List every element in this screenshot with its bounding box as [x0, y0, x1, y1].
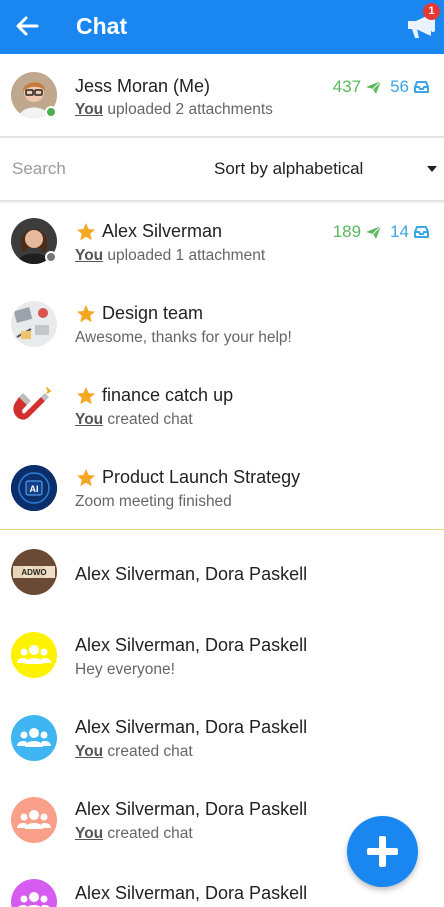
group-icon — [17, 645, 51, 664]
avatar — [11, 715, 57, 761]
chevron-down-icon[interactable] — [427, 166, 437, 172]
my-profile-row[interactable]: Jess Moran (Me) You uploaded 2 attachmen… — [0, 54, 444, 136]
chat-activity: You created chat — [75, 825, 193, 842]
page-title: Chat — [76, 13, 128, 39]
star-icon — [77, 305, 95, 323]
chat-row-product-launch-strategy[interactable]: AI Product Launch Strategy Zoom meeting … — [0, 447, 444, 529]
chat-name: Design team — [102, 303, 204, 323]
app-bar: Chat 1 — [0, 0, 444, 54]
group-icon — [17, 810, 51, 829]
chat-activity: Zoom meeting finished — [75, 493, 232, 510]
group-icon — [17, 728, 51, 747]
my-name: Jess Moran (Me) — [75, 76, 211, 96]
avatar: AI — [11, 465, 57, 511]
ai-chip-icon: AI — [11, 465, 57, 511]
plus-icon-stem — [379, 836, 386, 867]
chat-counts: 189 14 — [333, 221, 430, 243]
my-activity: You uploaded 2 attachments — [75, 101, 273, 118]
avatar — [11, 632, 57, 678]
online-status-dot — [45, 106, 57, 118]
chat-name: Alex Silverman, Dora Paskell — [75, 635, 308, 655]
svg-text:ADWO: ADWO — [21, 568, 46, 577]
paper-plane-icon — [366, 225, 382, 239]
chat-activity: You created chat — [75, 743, 193, 760]
chat-row-alex-silverman[interactable]: Alex Silverman You uploaded 1 attachment… — [0, 201, 444, 283]
my-counts: 437 56 — [333, 76, 430, 98]
back-arrow-icon[interactable] — [13, 12, 41, 40]
chat-name: Alex Silverman — [102, 221, 223, 241]
chat-name: Alex Silverman, Dora Paskell — [75, 883, 308, 903]
desk-photo-icon — [11, 301, 57, 347]
star-icon — [77, 469, 95, 487]
avatar — [11, 383, 57, 429]
inbox-icon — [414, 226, 429, 238]
chat-name: Alex Silverman, Dora Paskell — [75, 799, 308, 819]
chat-name: Alex Silverman, Dora Paskell — [75, 564, 308, 584]
received-count: 56 — [390, 77, 409, 96]
favorites-divider — [0, 529, 444, 530]
sort-dropdown[interactable]: Sort by alphabetical — [214, 159, 363, 179]
chat-activity: You created chat — [75, 411, 193, 428]
new-chat-button[interactable] — [347, 816, 418, 887]
group-icon — [18, 892, 50, 907]
chat-row-group[interactable]: ADWO Alex Silverman, Dora Paskell — [0, 531, 444, 613]
paper-plane-icon — [366, 80, 382, 94]
notification-badge: 1 — [423, 3, 440, 20]
chat-row-group[interactable]: Alex Silverman, Dora Paskell Hey everyon… — [0, 613, 444, 695]
star-icon — [77, 223, 95, 241]
avatar — [11, 301, 57, 347]
chat-row-group[interactable]: Alex Silverman, Dora Paskell You created… — [0, 695, 444, 777]
chat-activity: You uploaded 1 attachment — [75, 247, 266, 264]
wooden-blocks-icon: ADWO — [11, 549, 57, 595]
sent-count: 189 — [332, 222, 362, 241]
svg-text:AI: AI — [30, 484, 39, 494]
offline-status-dot — [45, 251, 57, 263]
sent-count: 437 — [332, 77, 362, 96]
inbox-icon — [414, 81, 429, 93]
star-icon — [77, 387, 95, 405]
received-count: 14 — [390, 222, 409, 241]
chat-row-design-team[interactable]: Design team Awesome, thanks for your hel… — [0, 283, 444, 365]
chat-name: Product Launch Strategy — [102, 467, 301, 487]
chat-activity: Hey everyone! — [75, 661, 175, 678]
chat-name: finance catch up — [102, 385, 234, 405]
search-sort-bar: Search Sort by alphabetical — [0, 138, 444, 200]
avatar: ADWO — [11, 549, 57, 595]
avatar — [11, 879, 57, 907]
chat-activity: Awesome, thanks for your help! — [75, 329, 292, 346]
magnet-icon — [13, 386, 52, 420]
avatar — [11, 797, 57, 843]
chat-name: Alex Silverman, Dora Paskell — [75, 717, 308, 737]
search-input[interactable]: Search — [12, 159, 66, 179]
chat-row-finance-catch-up[interactable]: finance catch up You created chat — [0, 365, 444, 447]
